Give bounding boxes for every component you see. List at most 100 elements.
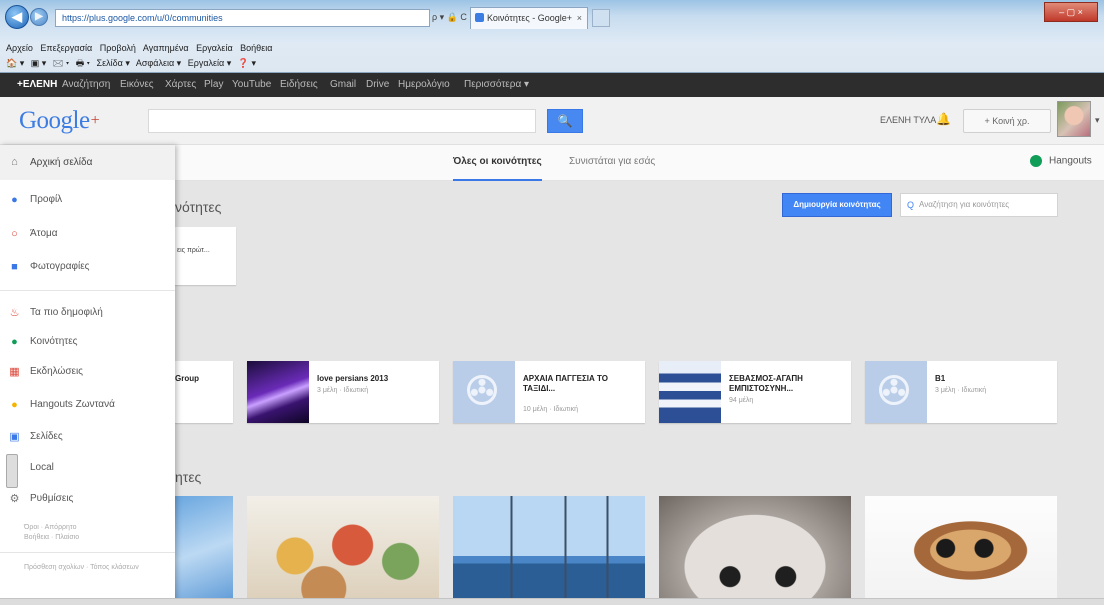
community-meta: 3 μέλη · Ιδιωτική	[317, 387, 369, 394]
sidebar-divider	[0, 290, 175, 291]
search-button[interactable]: 🔍	[547, 109, 583, 133]
sidebar-item-label: Άτομα	[30, 228, 58, 239]
sidebar-item-home[interactable]: ⌂ Αρχική σελίδα	[0, 145, 175, 180]
tab-title: Κοινότητες - Google+	[487, 13, 573, 23]
menu-edit[interactable]: Επεξεργασία	[40, 43, 92, 53]
menu-help[interactable]: Βοήθεια	[240, 43, 272, 53]
cmd-print[interactable]: 🖶 ▾	[76, 58, 90, 68]
community-thumbnail	[247, 361, 309, 423]
cmd-home[interactable]: 🏠 ▾	[6, 58, 24, 68]
sidebar-item-label: Φωτογραφίες	[30, 261, 90, 272]
community-card[interactable]: ΣΕΒΑΣΜΟΣ-ΑΓΑΠΗ ΕΜΠΙΣΤΟΣΥΝΗ... 94 μέλη	[659, 361, 851, 423]
gbar-calendar[interactable]: Ημερολόγιο	[398, 73, 450, 97]
sidebar-item-events[interactable]: ▦ Εκδηλώσεις	[0, 360, 175, 384]
menu-tools[interactable]: Εργαλεία	[196, 43, 233, 53]
cmd-tools[interactable]: Εργαλεία ▾	[188, 58, 232, 68]
community-card[interactable]: ΑΡΧΑΙΑ ΠΑΓΓΕΣΙΑ ΤΟ ΤΑΞΙΔΙ... 10 μέλη · Ι…	[453, 361, 645, 423]
avatar[interactable]	[1057, 101, 1091, 137]
community-card[interactable]: love persians 2013 3 μέλη · Ιδιωτική	[247, 361, 439, 423]
logo-text: Google	[19, 107, 90, 134]
share-button[interactable]: + Κοινή χρ.	[963, 109, 1051, 133]
google-plus-logo[interactable]: Google+	[19, 107, 100, 135]
menu-view[interactable]: Προβολή	[100, 43, 136, 53]
gbar-play[interactable]: Play	[204, 73, 223, 97]
window-controls[interactable]: – ▢ ×	[1044, 2, 1098, 22]
browser-tab[interactable]: Κοινότητες - Google+ ×	[470, 7, 588, 29]
sidebar-item-people[interactable]: ○ Άτομα	[0, 222, 175, 246]
menu-bar: Αρχείο Επεξεργασία Προβολή Αγαπημένα Εργ…	[6, 43, 277, 53]
cmd-safety[interactable]: Ασφάλεια ▾	[136, 58, 181, 68]
photos-icon: ■	[11, 261, 18, 273]
section-title-my-communities: νότητες	[175, 199, 222, 215]
whats-hot-icon: ♨	[9, 307, 20, 319]
cmd-mail[interactable]: 🖂 ▾	[53, 58, 69, 68]
sidebar-item-hangouts-live[interactable]: ● Hangouts Ζωντανά	[0, 393, 175, 417]
community-card[interactable]: B1 3 μέλη · Ιδιωτική	[865, 361, 1057, 423]
community-thumbnail	[659, 361, 721, 423]
chevron-down-icon[interactable]: ▾	[1095, 115, 1100, 126]
events-icon: ▦	[9, 366, 20, 378]
sidebar-item-whats-hot[interactable]: ♨ Τα πιο δημοφιλή	[0, 301, 175, 325]
gbar-search[interactable]: Αναζήτηση	[62, 73, 110, 97]
search-input[interactable]	[148, 109, 536, 133]
sidebar-item-profile[interactable]: ● Προφίλ	[0, 188, 175, 212]
address-controls[interactable]: ρ ▾ 🔒 C	[432, 9, 467, 25]
profile-icon: ●	[11, 194, 18, 206]
community-photo-harbor[interactable]	[453, 496, 645, 605]
gbar-maps[interactable]: Χάρτες	[165, 73, 196, 97]
community-card[interactable]: Group	[175, 361, 233, 423]
hangouts-button[interactable]: Hangouts	[1030, 155, 1092, 167]
browser-status-bar	[0, 598, 1104, 605]
community-photo-kitten[interactable]	[659, 496, 851, 605]
menu-file[interactable]: Αρχείο	[6, 43, 33, 53]
tab-close-icon[interactable]: ×	[577, 8, 582, 28]
tab-all-communities[interactable]: Όλες οι κοινότητες	[453, 145, 542, 181]
community-meta: 94 μέλη	[729, 397, 754, 404]
gbar-profile[interactable]: +ΕΛΕΝΗ	[17, 73, 57, 97]
back-button[interactable]: ◀	[5, 5, 29, 29]
community-meta: 3 μέλη · Ιδιωτική	[935, 387, 987, 394]
sidebar-item-settings[interactable]: ⚙ Ρυθμίσεις	[0, 487, 175, 511]
sidebar-footer-feedback[interactable]: Πρόσθεση σχολίων · Τόπος κλάσεων	[24, 563, 139, 573]
cmd-feeds[interactable]: ▣ ▾	[31, 58, 47, 68]
gbar-images[interactable]: Εικόνες	[120, 73, 154, 97]
sidebar-item-pages[interactable]: ▣ Σελίδες	[0, 425, 175, 449]
sidebar-menu: ⌂ Αρχική σελίδα ● Προφίλ ○ Άτομα ■ Φωτογ…	[0, 145, 175, 605]
gbar-gmail[interactable]: Gmail	[330, 73, 356, 97]
community-photo-dog[interactable]	[865, 496, 1057, 605]
hangouts-icon	[1030, 155, 1042, 167]
hangouts-live-icon: ●	[11, 399, 18, 411]
notifications-bell-icon[interactable]: 🔔	[936, 112, 951, 126]
cmd-page[interactable]: Σελίδα ▾	[97, 58, 130, 68]
community-card-small[interactable]: εις πρώτ...	[175, 227, 236, 285]
sidebar-footer-links[interactable]: Βοήθεια · Πλαίσιο	[24, 533, 79, 543]
sidebar-item-label: Τα πιο δημοφιλή	[30, 307, 103, 318]
gbar-news[interactable]: Ειδήσεις	[280, 73, 318, 97]
menu-favorites[interactable]: Αγαπημένα	[143, 43, 189, 53]
sidebar-item-communities[interactable]: ● Κοινότητες	[0, 330, 175, 354]
gbar-more[interactable]: Περισσότερα ▾	[464, 73, 529, 97]
community-photo-sky[interactable]	[175, 496, 233, 605]
people-icon: ○	[11, 228, 18, 240]
community-search-input[interactable]: Q Αναζήτηση για κοινότητες	[900, 193, 1058, 217]
community-photo-muppets[interactable]	[247, 496, 439, 605]
sidebar-item-label: Εκδηλώσεις	[30, 366, 84, 377]
settings-icon: ⚙	[9, 493, 20, 505]
sidebar-item-photos[interactable]: ■ Φωτογραφίες	[0, 255, 175, 279]
gbar-drive[interactable]: Drive	[366, 73, 389, 97]
tab-recommended[interactable]: Συνιστάται για εσάς	[569, 145, 655, 179]
section-title-recommended: ητες	[175, 469, 202, 485]
user-name[interactable]: ΕΛΕΝΗ ΤΥΛΑ	[880, 115, 936, 125]
address-bar[interactable]: https://plus.google.com/u/0/communities	[55, 9, 430, 27]
gbar-youtube[interactable]: YouTube	[232, 73, 271, 97]
create-community-button[interactable]: Δημιουργία κοινότητας	[782, 193, 892, 217]
logo-plus: +	[90, 112, 100, 129]
mini-card-text: εις πρώτ...	[177, 247, 210, 254]
sidebar-scroll-handle[interactable]	[6, 454, 18, 488]
community-default-icon	[865, 361, 927, 423]
sidebar-item-local[interactable]: 📍 Local	[0, 456, 175, 480]
new-tab-button[interactable]	[592, 9, 610, 27]
forward-button[interactable]: ▶	[30, 8, 48, 26]
sidebar-footer-links[interactable]: Όροι · Απόρρητο	[24, 523, 77, 533]
cmd-help[interactable]: ❓ ▾	[238, 58, 256, 68]
